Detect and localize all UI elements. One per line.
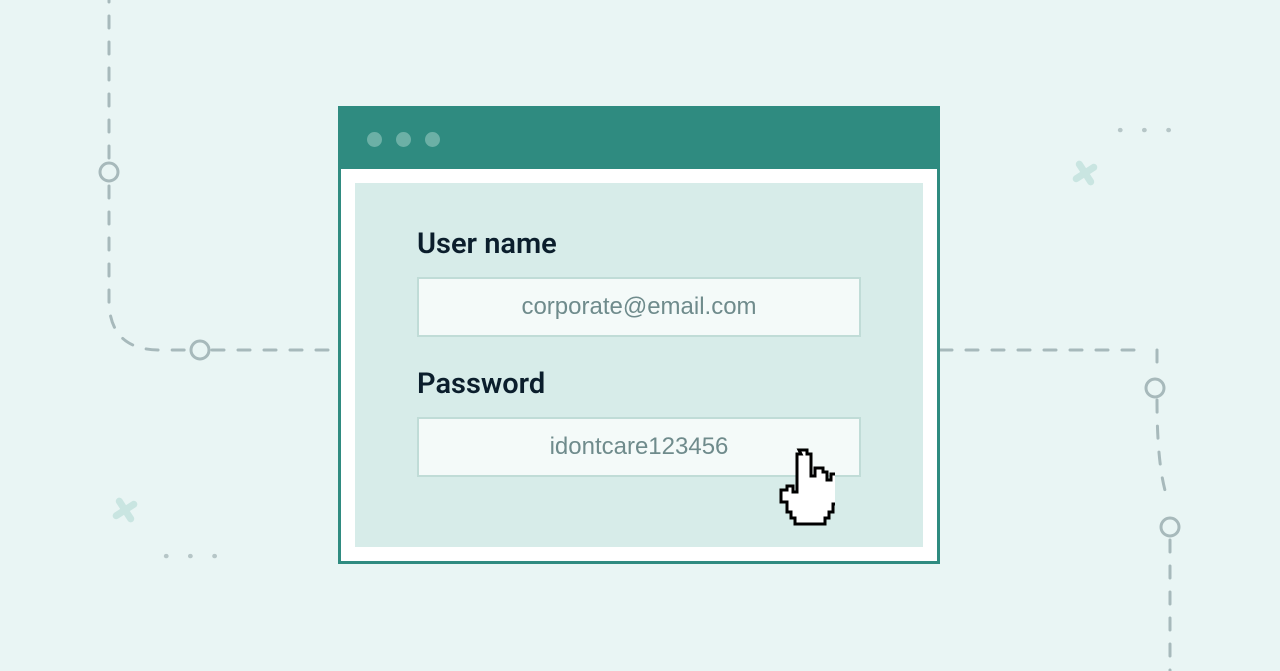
dots-decor-icon: . . .: [162, 534, 223, 564]
password-input[interactable]: [417, 417, 861, 477]
window-control-zoom-icon[interactable]: [425, 132, 440, 147]
x-decor-icon: [107, 492, 143, 528]
window-control-minimize-icon[interactable]: [396, 132, 411, 147]
password-label: Password: [417, 367, 861, 401]
username-label: User name: [417, 227, 861, 261]
window-control-close-icon[interactable]: [367, 132, 382, 147]
username-input[interactable]: [417, 277, 861, 337]
login-window: User name Password: [338, 106, 940, 564]
x-decor-icon: [1067, 155, 1103, 191]
window-titlebar: [341, 109, 937, 169]
login-form: User name Password: [355, 183, 923, 547]
illustration-stage: . . . . . . User name Password: [0, 0, 1280, 671]
dots-decor-icon: . . .: [1116, 108, 1177, 138]
